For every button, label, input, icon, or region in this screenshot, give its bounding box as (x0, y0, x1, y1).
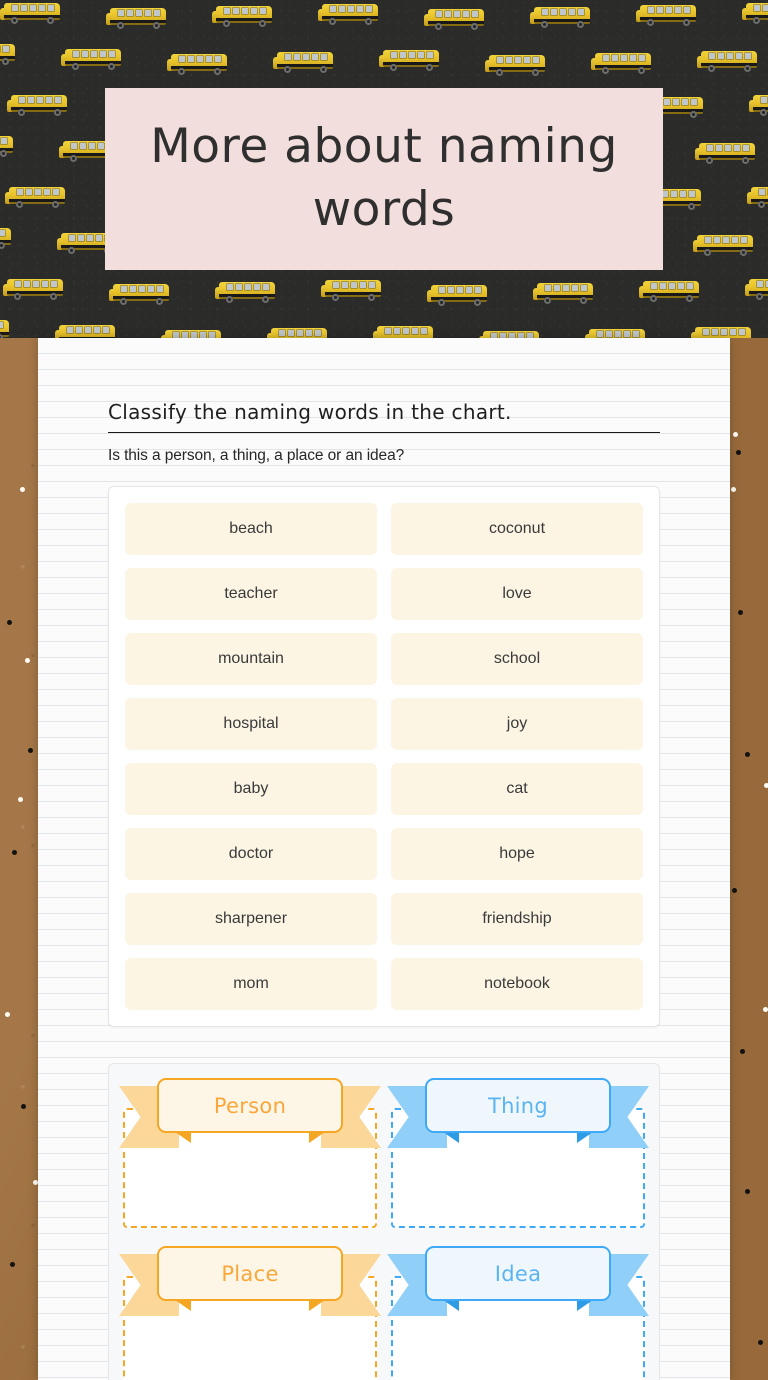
school-bus-icon (639, 278, 701, 303)
school-bus-icon (424, 6, 486, 31)
school-bus-icon (691, 324, 753, 338)
word-card[interactable]: teacher (125, 568, 377, 620)
category-cell: Person (119, 1078, 381, 1228)
word-card[interactable]: friendship (391, 893, 643, 945)
instruction-block: Classify the naming words in the chart. … (108, 400, 660, 465)
school-bus-icon (530, 4, 592, 29)
sub-instruction-text: Is this a person, a thing, a place or an… (108, 447, 405, 464)
category-cell: Place (119, 1246, 381, 1380)
school-bus-icon (106, 5, 168, 30)
school-bus-icon (479, 328, 541, 338)
school-bus-icon (161, 327, 223, 338)
word-card[interactable]: love (391, 568, 643, 620)
school-bus-icon (5, 184, 67, 209)
notebook-paper-sheet: Classify the naming words in the chart. … (38, 338, 730, 1380)
school-bus-icon (109, 281, 171, 306)
instruction-text: Classify the naming words in the chart. (108, 400, 660, 433)
school-bus-icon (321, 277, 383, 302)
school-bus-icon (0, 0, 62, 25)
school-bus-icon (745, 276, 768, 301)
word-card[interactable]: cat (391, 763, 643, 815)
school-bus-icon (427, 282, 489, 307)
school-bus-icon (55, 322, 117, 338)
category-grid: Person Thing Place Idea (119, 1078, 649, 1380)
school-bus-icon (591, 50, 653, 75)
school-bus-icon (533, 280, 595, 305)
word-card[interactable]: sharpener (125, 893, 377, 945)
word-card[interactable]: baby (125, 763, 377, 815)
word-card[interactable]: doctor (125, 828, 377, 880)
school-bus-icon (697, 48, 759, 73)
school-bus-icon (215, 279, 277, 304)
word-card-grid: beach coconut teacher love mountain school hos… (125, 503, 643, 1010)
word-card[interactable]: school (391, 633, 643, 685)
category-dropzone[interactable] (391, 1276, 645, 1380)
school-bus-icon (318, 1, 380, 26)
school-bus-icon (273, 49, 335, 74)
school-bus-icon (379, 47, 441, 72)
school-bus-icon (485, 52, 547, 77)
category-cell: Thing (387, 1078, 649, 1228)
school-bus-icon (747, 184, 768, 209)
word-card[interactable]: hospital (125, 698, 377, 750)
word-card[interactable]: joy (391, 698, 643, 750)
school-bus-icon (695, 140, 757, 165)
school-bus-icon (742, 0, 768, 25)
word-card[interactable]: coconut (391, 503, 643, 555)
school-bus-icon (0, 317, 11, 338)
school-bus-icon (693, 232, 755, 257)
school-bus-icon (0, 41, 17, 66)
school-bus-icon (61, 46, 123, 71)
word-card[interactable]: mom (125, 958, 377, 1010)
category-cell: Idea (387, 1246, 649, 1380)
worksheet-title-card: More about naming words (105, 88, 663, 270)
school-bus-icon (636, 2, 698, 27)
school-bus-icon (267, 325, 329, 338)
school-bus-icon (373, 323, 435, 338)
school-bus-icon (212, 3, 274, 28)
school-bus-icon (749, 92, 768, 117)
school-bus-icon (0, 133, 15, 158)
category-dropzone[interactable] (123, 1108, 377, 1228)
category-dropzone[interactable] (391, 1108, 645, 1228)
school-bus-icon (585, 326, 647, 338)
category-panel: Person Thing Place Idea (108, 1063, 660, 1380)
word-card[interactable]: hope (391, 828, 643, 880)
word-card[interactable]: beach (125, 503, 377, 555)
school-bus-icon (167, 51, 229, 76)
page-title: More about naming words (150, 119, 618, 237)
word-bank-panel: beach coconut teacher love mountain school hos… (108, 486, 660, 1027)
school-bus-icon (3, 276, 65, 301)
school-bus-icon (0, 225, 13, 250)
school-bus-icon (7, 92, 69, 117)
word-card[interactable]: mountain (125, 633, 377, 685)
category-dropzone[interactable] (123, 1276, 377, 1380)
word-card[interactable]: notebook (391, 958, 643, 1010)
